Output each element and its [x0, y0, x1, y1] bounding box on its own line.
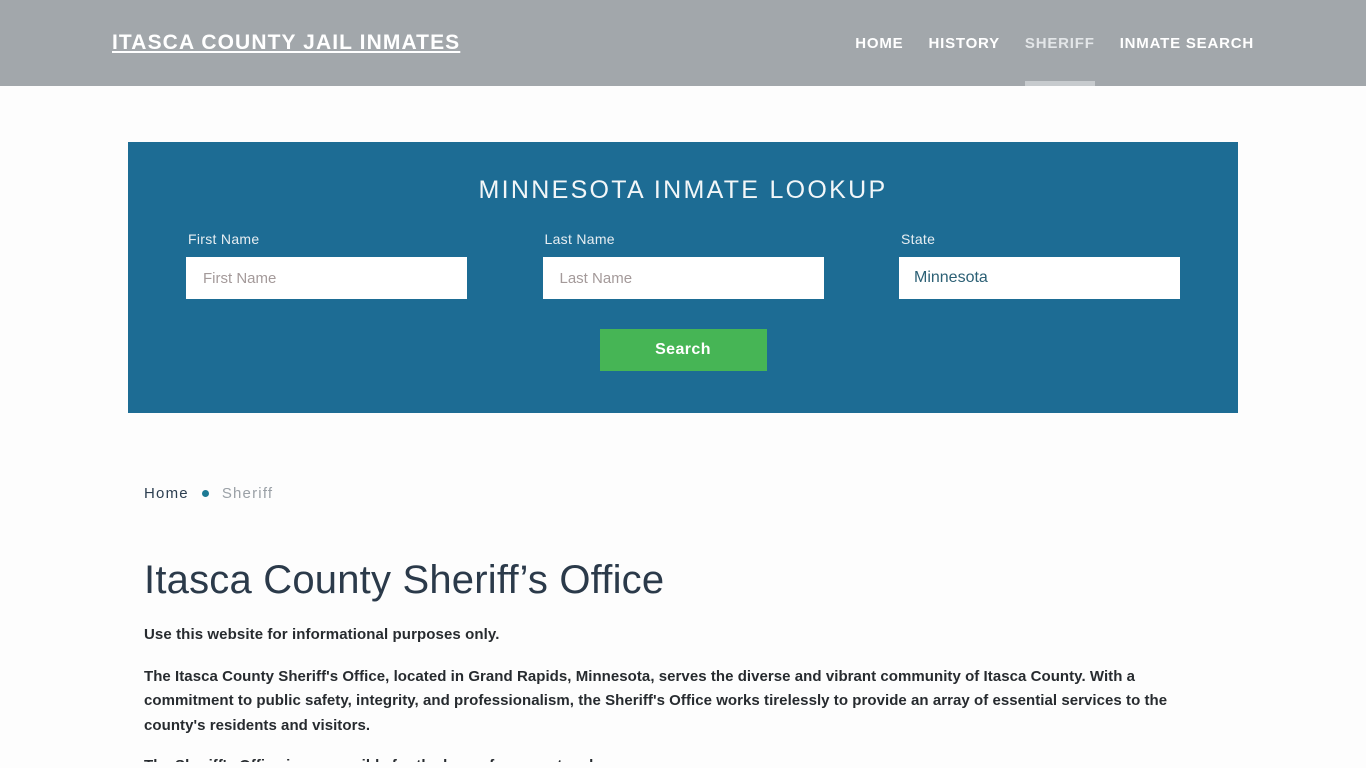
nav-item-home[interactable]: HOME [855, 0, 903, 86]
breadcrumb-current: Sheriff [221, 485, 274, 502]
search-button-row: Search [186, 329, 1180, 371]
main-navigation: HOME HISTORY SHERIFF INMATE SEARCH [855, 0, 1254, 86]
breadcrumb: Home Sheriff [144, 485, 1238, 502]
lookup-section: MINNESOTA INMATE LOOKUP First Name Last … [0, 86, 1366, 413]
site-header: ITASCA COUNTY JAIL INMATES HOME HISTORY … [0, 0, 1366, 86]
state-field-group: State Minnesota [899, 231, 1180, 299]
inmate-lookup-panel: MINNESOTA INMATE LOOKUP First Name Last … [128, 142, 1238, 413]
last-name-input[interactable] [542, 257, 824, 299]
breadcrumb-home[interactable]: Home [144, 485, 189, 502]
page-title: Itasca County Sheriff’s Office [144, 558, 665, 602]
first-name-field-group: First Name [186, 231, 467, 299]
last-name-field-group: Last Name [542, 231, 824, 299]
nav-item-history[interactable]: HISTORY [928, 0, 999, 86]
first-name-label: First Name [188, 231, 260, 247]
nav-item-inmate-search[interactable]: INMATE SEARCH [1120, 0, 1254, 86]
next-paragraph-clipped: The Sheriff's Office is responsible for … [144, 754, 1176, 762]
lookup-title: MINNESOTA INMATE LOOKUP [478, 176, 888, 204]
nav-item-sheriff[interactable]: SHERIFF [1024, 0, 1095, 86]
first-name-input[interactable] [186, 257, 467, 299]
lookup-form-row: First Name Last Name State Minnesota [186, 231, 1180, 299]
intro-paragraph: The Itasca County Sheriff's Office, loca… [144, 668, 1168, 734]
search-button[interactable]: Search [599, 329, 767, 371]
state-select[interactable]: Minnesota [899, 257, 1180, 299]
state-label: State [901, 231, 936, 247]
breadcrumb-separator-dot-icon [201, 490, 209, 497]
site-brand[interactable]: ITASCA COUNTY JAIL INMATES [112, 31, 460, 55]
page-lede: Use this website for informational purpo… [144, 626, 500, 643]
last-name-label: Last Name [544, 231, 615, 247]
main-content: Home Sheriff Itasca County Sheriff’s Off… [0, 485, 1366, 762]
